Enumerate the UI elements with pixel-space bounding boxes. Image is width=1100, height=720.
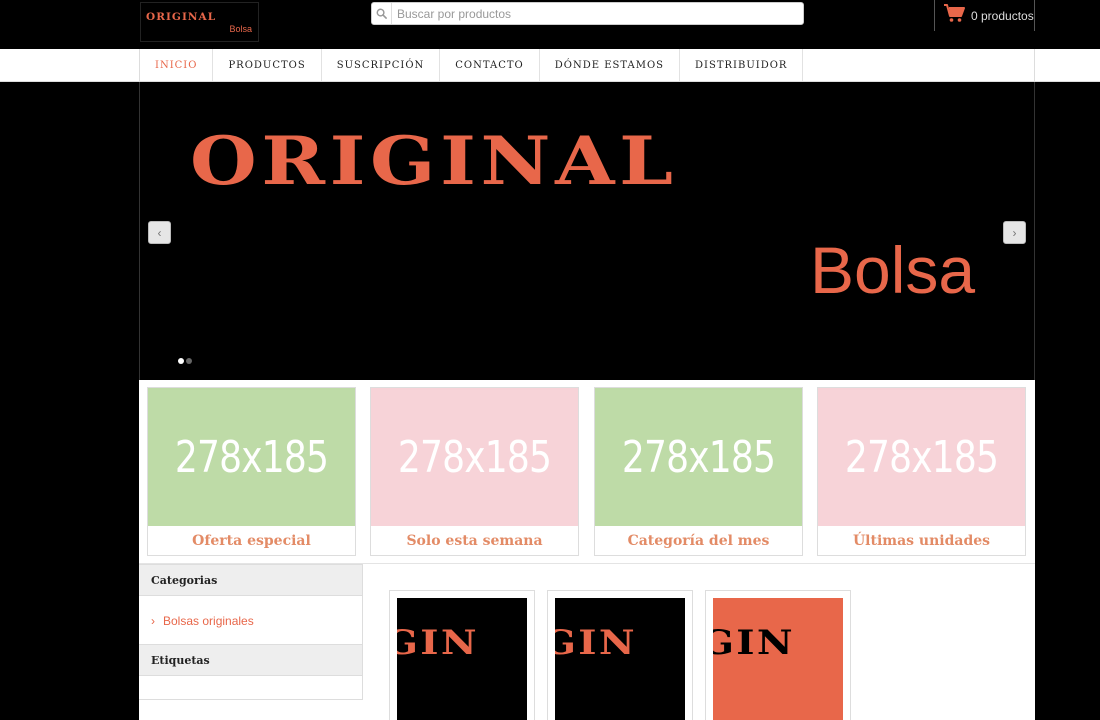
site-logo[interactable]: ORIGINAL Bolsa: [140, 2, 259, 42]
promo-label: Últimas unidades: [852, 532, 991, 549]
promo-label: Categoría del mes: [627, 532, 770, 549]
promo-card[interactable]: 278x185 Oferta especial: [147, 387, 356, 556]
product-image[interactable]: IGIN: [713, 598, 843, 720]
logo-title: ORIGINAL: [146, 12, 217, 23]
promo-image: 278x185: [595, 388, 802, 526]
product-card[interactable]: IGIN: [547, 590, 693, 720]
promo-image: 278x185: [818, 388, 1025, 526]
slider-prev-button[interactable]: ‹: [148, 221, 171, 244]
hero-title: ORIGINAL: [190, 122, 678, 200]
nav-menu: INICIO PRODUCTOS SUSCRIPCIÓN CONTACTO DÓNDE …: [139, 49, 1035, 82]
search-bar: [371, 2, 804, 25]
promo-image: 278x185: [148, 388, 355, 526]
slider-next-button[interactable]: ›: [1003, 221, 1026, 244]
promo-card[interactable]: 278x185 Últimas unidades: [817, 387, 1026, 556]
promo-label: Oferta especial: [192, 532, 311, 549]
product-image-text: IGIN: [555, 623, 637, 663]
nav-item-5[interactable]: DISTRIBUIDOR: [680, 49, 804, 81]
category-link[interactable]: › Bolsas originales: [151, 614, 254, 628]
promo-image-text: 278x185: [397, 431, 552, 483]
chevron-right-icon: ›: [151, 614, 155, 628]
search-input[interactable]: [397, 3, 797, 24]
promo-row: 278x185 Oferta especial 278x185 Solo esta s…: [139, 380, 1035, 564]
product-card[interactable]: IGIN: [705, 590, 851, 720]
product-image[interactable]: IGIN: [397, 598, 527, 720]
hero-slider: ORIGINAL Bolsa ‹ ›: [139, 82, 1035, 380]
hero-subtitle: Bolsa: [810, 233, 976, 307]
cart-count-label: 0 productos: [971, 8, 1034, 23]
category-link-label: Bolsas originales: [163, 614, 254, 628]
chevron-right-icon: ›: [1012, 225, 1017, 240]
nav-item-2[interactable]: SUSCRIPCIÓN: [322, 49, 441, 81]
product-card[interactable]: IGIN: [389, 590, 535, 720]
logo-subtitle: Bolsa: [229, 24, 252, 34]
promo-image: 278x185: [371, 388, 578, 526]
main-nav: INICIO PRODUCTOS SUSCRIPCIÓN CONTACTO DÓNDE …: [0, 49, 1100, 82]
nav-item-4[interactable]: DÓNDE ESTAMOS: [540, 49, 680, 81]
slider-dot[interactable]: [186, 358, 192, 364]
promo-label: Solo esta semana: [406, 532, 543, 549]
tags-heading: Etiquetas: [139, 644, 362, 676]
product-image[interactable]: IGIN: [555, 598, 685, 720]
product-image-text: IGIN: [713, 623, 795, 663]
promo-card[interactable]: 278x185 Solo esta semana: [370, 387, 579, 556]
main-content: 278x185 Oferta especial 278x185 Solo esta s…: [139, 380, 1035, 720]
sidebar: Categorias › Bolsas originales Etiquetas: [139, 564, 363, 700]
nav-item-0[interactable]: INICIO: [140, 49, 214, 81]
categories-heading: Categorias: [139, 564, 362, 596]
page: ORIGINAL Bolsa 0 productos: [0, 0, 1100, 720]
slider-dots: [178, 358, 192, 364]
product-image-text: IGIN: [397, 623, 479, 663]
promo-card[interactable]: 278x185 Categoría del mes: [594, 387, 803, 556]
nav-item-3[interactable]: CONTACTO: [440, 49, 540, 81]
chevron-left-icon: ‹: [157, 225, 162, 240]
slider-dot[interactable]: [178, 358, 184, 364]
promo-image-text: 278x185: [844, 431, 999, 483]
search-icon[interactable]: [372, 3, 392, 24]
promo-image-text: 278x185: [621, 431, 776, 483]
cart-icon: [943, 3, 965, 28]
cart-button[interactable]: 0 productos: [934, 0, 1035, 31]
top-bar: ORIGINAL Bolsa 0 productos: [0, 0, 1100, 49]
promo-image-text: 278x185: [174, 431, 329, 483]
nav-item-1[interactable]: PRODUCTOS: [213, 49, 322, 81]
